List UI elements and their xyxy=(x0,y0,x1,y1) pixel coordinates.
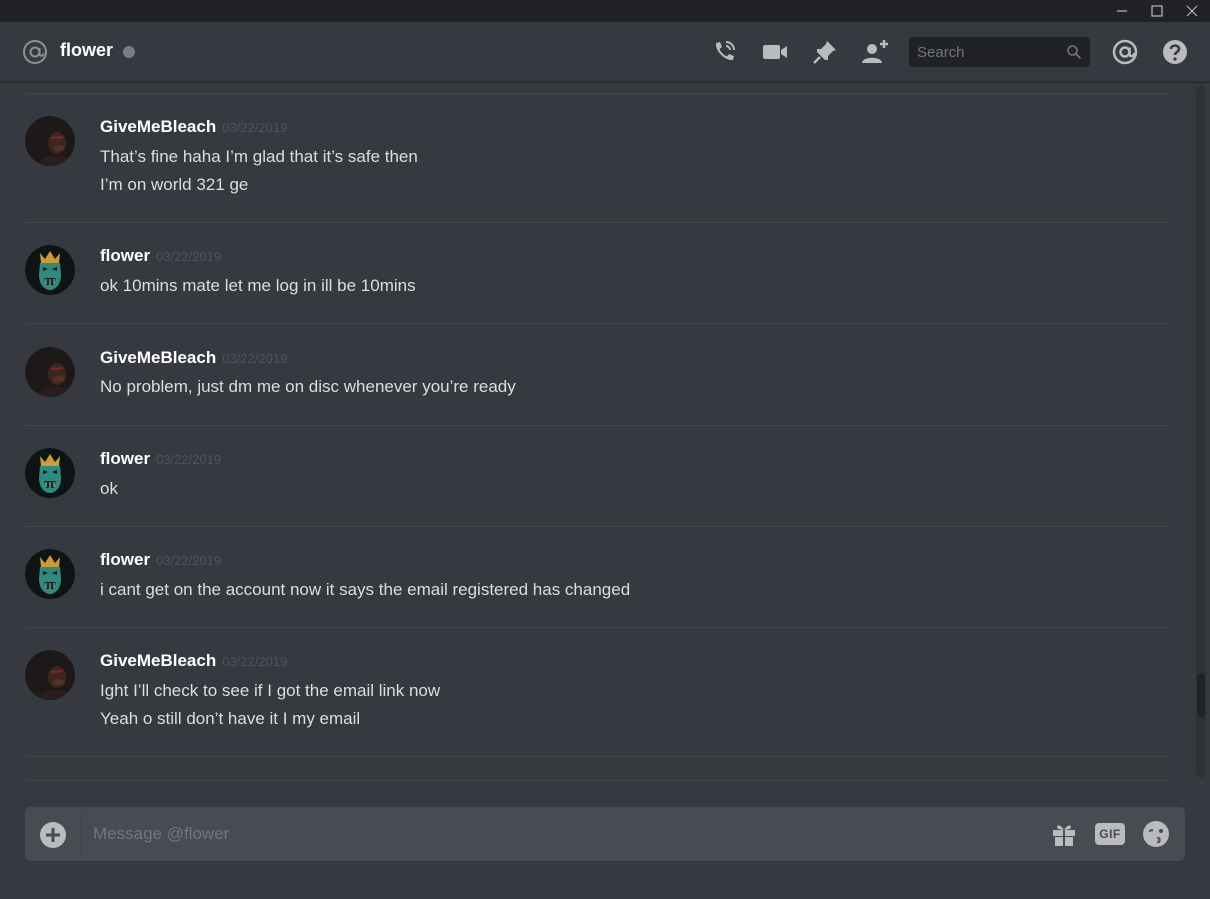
mention-icon xyxy=(1112,39,1138,65)
minimize-icon xyxy=(1117,10,1127,12)
mentions-button[interactable] xyxy=(1110,38,1140,66)
add-friend-icon xyxy=(862,40,888,63)
photo-avatar-icon xyxy=(25,650,75,700)
message-divider xyxy=(25,526,1168,527)
avatar[interactable] xyxy=(25,245,75,295)
message-timestamp: 03/22/2019 xyxy=(222,654,288,669)
message-author[interactable]: flower xyxy=(100,449,150,468)
message-author[interactable]: GiveMeBleach xyxy=(100,651,216,670)
message-divider xyxy=(25,627,1168,628)
avatar[interactable] xyxy=(25,549,75,599)
pin-icon xyxy=(813,41,836,64)
mask-avatar-icon xyxy=(25,245,75,295)
message-timestamp: 03/22/2019 xyxy=(222,120,288,135)
channel-header: flower xyxy=(0,22,1210,82)
message-text: No problem, just dm me on disc whenever … xyxy=(100,377,516,396)
message-author[interactable]: GiveMeBleach xyxy=(100,117,216,136)
avatar[interactable] xyxy=(25,650,75,700)
help-icon xyxy=(1163,40,1187,64)
message-text: Yeah o still don’t have it I my email xyxy=(100,709,361,728)
gift-button[interactable] xyxy=(1049,820,1079,848)
status-indicator xyxy=(123,46,135,58)
avatar[interactable] xyxy=(25,347,75,397)
call-button[interactable] xyxy=(709,38,739,66)
emoji-button[interactable] xyxy=(1142,820,1170,848)
avatar[interactable] xyxy=(25,116,75,166)
call-icon xyxy=(715,41,735,61)
search-box[interactable] xyxy=(909,37,1090,67)
help-button[interactable] xyxy=(1160,38,1190,66)
photo-avatar-icon xyxy=(25,347,75,397)
gif-icon: GIF xyxy=(1095,823,1125,845)
message-timestamp: 03/22/2019 xyxy=(156,553,222,568)
search-icon xyxy=(1067,45,1082,60)
message-author[interactable]: GiveMeBleach xyxy=(100,348,216,367)
at-icon xyxy=(23,40,47,64)
message-divider xyxy=(25,780,1168,781)
video-call-button[interactable] xyxy=(760,38,790,66)
message-divider xyxy=(25,222,1168,223)
close-icon xyxy=(1186,5,1198,17)
add-friend-button[interactable] xyxy=(860,38,890,66)
message-divider xyxy=(25,425,1168,426)
message-author[interactable]: flower xyxy=(100,550,150,569)
message-timestamp: 03/22/2019 xyxy=(156,452,222,467)
message-text: ok 10mins mate let me log in ill be 10mi… xyxy=(100,276,416,295)
mask-avatar-icon xyxy=(25,549,75,599)
message-text: Ight I’ll check to see if I got the emai… xyxy=(100,681,441,700)
search-input[interactable] xyxy=(909,37,1059,67)
message-input[interactable] xyxy=(93,807,1043,861)
message-timestamp: 03/22/2019 xyxy=(222,351,288,366)
emoji-icon xyxy=(1143,821,1169,847)
gift-icon xyxy=(1053,825,1075,846)
maximize-icon xyxy=(1151,5,1163,17)
message-divider xyxy=(25,756,1168,757)
message-text: i cant get on the account now it says th… xyxy=(100,580,631,599)
photo-avatar-icon xyxy=(25,116,75,166)
maximize-button[interactable] xyxy=(1140,0,1174,22)
message-divider xyxy=(25,323,1168,324)
message-list: GiveMeBleach 03/22/2019 That’s fine haha … xyxy=(0,83,1196,783)
page-title: flower xyxy=(60,40,114,60)
composer-divider xyxy=(80,811,81,857)
close-button[interactable] xyxy=(1175,0,1209,22)
message-text: I’m on world 321 ge xyxy=(100,175,249,194)
message-text: ok xyxy=(100,479,118,498)
scrollbar-thumb[interactable] xyxy=(1197,673,1205,717)
message-divider xyxy=(25,93,1168,94)
message-composer: GIF xyxy=(25,807,1185,861)
avatar[interactable] xyxy=(25,448,75,498)
minimize-button[interactable] xyxy=(1105,0,1139,22)
plus-icon[interactable] xyxy=(39,821,67,849)
gif-button[interactable]: GIF xyxy=(1095,820,1125,848)
pinned-messages-button[interactable] xyxy=(810,38,840,66)
message-text: That’s fine haha I’m glad that it’s safe… xyxy=(100,147,418,166)
window-titlebar xyxy=(0,0,1210,22)
message-timestamp: 03/22/2019 xyxy=(156,249,222,264)
message-author[interactable]: flower xyxy=(100,246,150,265)
mask-avatar-icon xyxy=(25,448,75,498)
video-icon xyxy=(763,45,787,59)
